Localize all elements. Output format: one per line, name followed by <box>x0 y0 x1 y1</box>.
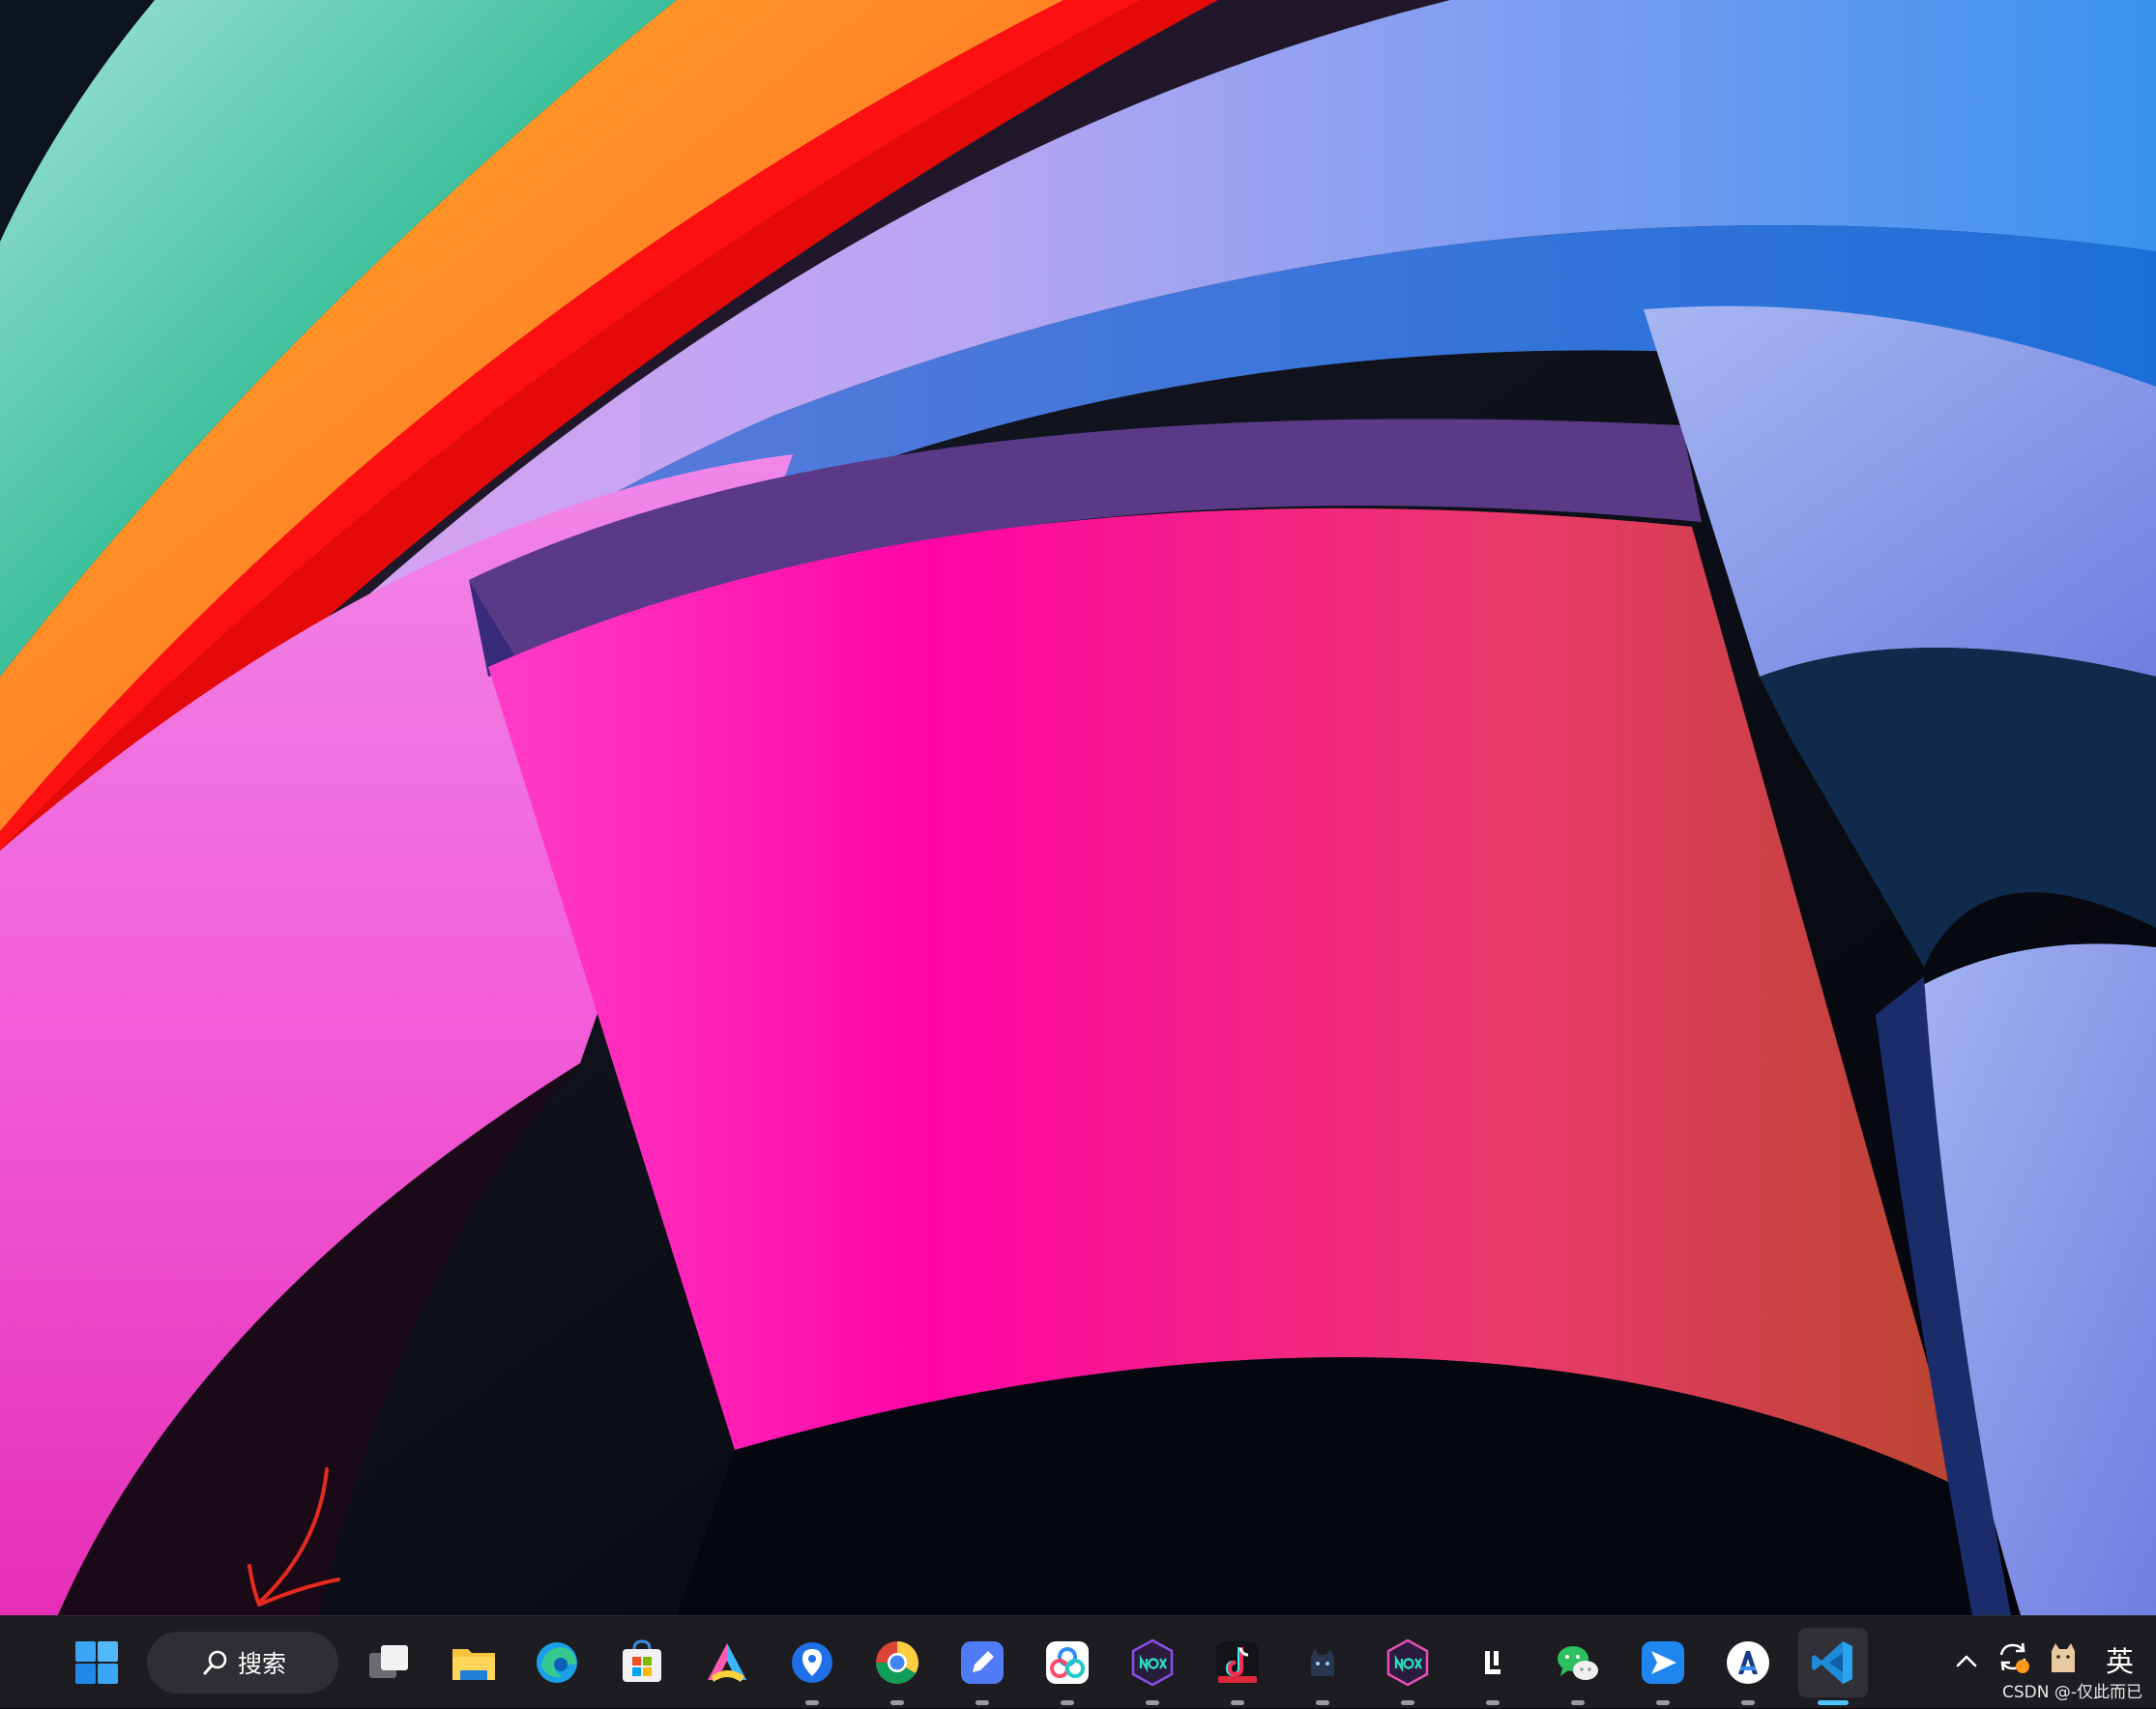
taskbar-app-arc-app[interactable] <box>692 1628 762 1697</box>
taskbar-app-task-view[interactable] <box>354 1628 423 1697</box>
taskbar-app-location-app[interactable] <box>777 1628 847 1705</box>
cloud-icon <box>1046 1641 1089 1684</box>
folder-icon <box>452 1649 495 1680</box>
tiktok-icon <box>1216 1641 1259 1684</box>
edge-icon <box>537 1642 577 1683</box>
task-view-icon <box>369 1645 408 1678</box>
taskbar-app-l-app[interactable] <box>1458 1628 1528 1705</box>
taskbar-app-tiktok-live[interactable] <box>1203 1628 1272 1705</box>
chrome-icon <box>876 1641 918 1684</box>
running-indicator-active <box>1818 1700 1849 1705</box>
ime-indicator[interactable]: 英 <box>2106 1639 2134 1680</box>
map-pin-icon <box>792 1642 832 1683</box>
taskbar-app-typora[interactable] <box>1713 1628 1783 1705</box>
watermark: CSDN @-仅此而已 <box>2001 1683 2142 1702</box>
chevron-up-icon[interactable] <box>1953 1647 1980 1678</box>
taskbar-app-nox-player[interactable] <box>1118 1628 1187 1705</box>
taskbar: 搜索 英 CSDN @-仅此而已 <box>0 1615 2156 1708</box>
cat-icon <box>1311 1649 1334 1676</box>
vscode-icon <box>1812 1641 1852 1684</box>
running-indicator <box>1486 1700 1500 1705</box>
running-indicator <box>890 1700 904 1705</box>
taskbar-app-vscode[interactable] <box>1798 1628 1868 1705</box>
taskbar-app-cat-app[interactable] <box>1288 1628 1357 1705</box>
nox-icon <box>1131 1638 1174 1687</box>
search-box[interactable]: 搜索 <box>147 1632 338 1694</box>
search-label: 搜索 <box>238 1650 287 1678</box>
running-indicator <box>1656 1700 1670 1705</box>
taskbar-app-feishu[interactable] <box>1628 1628 1698 1705</box>
store-icon <box>623 1639 661 1682</box>
taskbar-app-baidu-netdisk[interactable] <box>1033 1628 1102 1705</box>
pen-note-icon <box>961 1641 1004 1684</box>
taskbar-app-nox-multi[interactable] <box>1373 1628 1442 1705</box>
taskbar-app-edge[interactable] <box>522 1628 592 1697</box>
taskbar-app-microsoft-store[interactable] <box>607 1628 677 1697</box>
running-indicator <box>1401 1700 1414 1705</box>
cat-pet-icon[interactable] <box>2044 1637 2083 1680</box>
running-indicator <box>1571 1700 1585 1705</box>
running-indicator <box>1146 1700 1159 1705</box>
wallpaper-art <box>0 0 2156 1615</box>
running-indicator <box>1316 1700 1329 1705</box>
l-letter-icon <box>1485 1651 1500 1674</box>
running-indicator <box>1741 1700 1755 1705</box>
taskbar-app-wechat[interactable] <box>1543 1628 1613 1705</box>
taskbar-app-note-app[interactable] <box>947 1628 1017 1705</box>
running-indicator <box>1231 1700 1244 1705</box>
running-indicator <box>1061 1700 1074 1705</box>
windows-start-icon <box>75 1641 118 1684</box>
wechat-icon <box>1558 1646 1598 1680</box>
taskbar-app-chrome[interactable] <box>862 1628 932 1705</box>
running-indicator <box>976 1700 989 1705</box>
paper-plane-icon <box>1642 1641 1684 1684</box>
search-icon <box>201 1648 230 1677</box>
desktop-wallpaper <box>0 0 2156 1615</box>
start-button[interactable] <box>62 1628 131 1697</box>
triangle-app-icon <box>708 1643 746 1682</box>
running-indicator <box>805 1700 819 1705</box>
sync-icon[interactable] <box>1994 1637 2032 1680</box>
nox-icon <box>1386 1638 1429 1687</box>
typora-icon <box>1727 1641 1769 1684</box>
taskbar-app-file-explorer[interactable] <box>439 1628 509 1697</box>
